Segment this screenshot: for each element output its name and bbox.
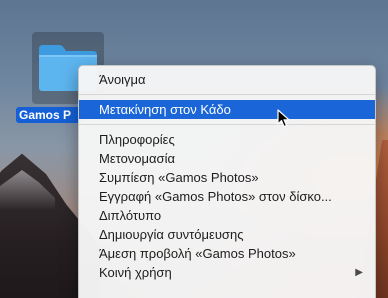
menu-item-share-label: Κοινή χρήση (99, 265, 172, 280)
folder-name-label[interactable]: Gamos P (16, 107, 86, 123)
menu-item-burn-to-disc[interactable]: Εγγραφή «Gamos Photos» στον δίσκο... (79, 187, 375, 206)
menu-item-compress[interactable]: Συμπίεση «Gamos Photos» (79, 168, 375, 187)
chevron-right-icon: ▶ (355, 267, 363, 278)
menu-separator (79, 124, 375, 125)
pointer-cursor-icon (277, 109, 290, 128)
menu-item-make-alias[interactable]: Δημιουργία συντόμευσης (79, 225, 375, 244)
menu-item-move-to-trash[interactable]: Μετακίνηση στον Κάδο (79, 100, 375, 119)
context-menu: Άνοιγμα Μετακίνηση στον Κάδο Πληροφορίες… (78, 65, 376, 298)
menu-item-quick-look[interactable]: Άμεση προβολή «Gamos Photos» (79, 244, 375, 263)
menu-item-get-info[interactable]: Πληροφορίες (79, 130, 375, 149)
menu-separator (79, 94, 375, 95)
menu-item-open[interactable]: Άνοιγμα (79, 70, 375, 89)
menu-item-duplicate[interactable]: Διπλότυπο (79, 206, 375, 225)
menu-item-share[interactable]: Κοινή χρήση ▶ (79, 263, 375, 282)
menu-item-rename[interactable]: Μετονομασία (79, 149, 375, 168)
